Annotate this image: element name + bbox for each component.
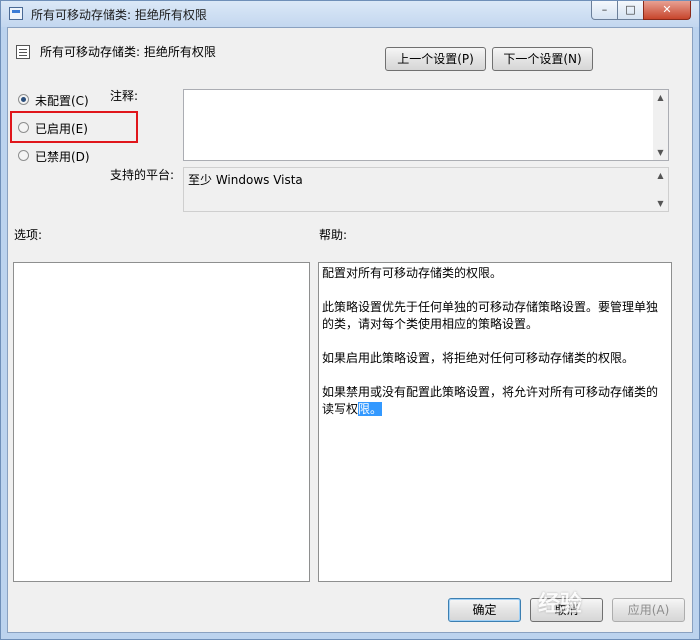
window-title: 所有可移动存储类: 拒绝所有权限	[31, 8, 207, 22]
scroll-up-icon[interactable]: ▲	[653, 90, 668, 105]
scroll-up-icon[interactable]: ▲	[653, 168, 668, 183]
comment-textarea[interactable]: ▲ ▼	[183, 89, 669, 161]
platform-value: 至少 Windows Vista	[188, 173, 303, 187]
help-paragraph: 如果启用此策略设置，将拒绝对任何可移动存储类的权限。	[322, 351, 635, 365]
radio-label: 未配置(C)	[35, 94, 89, 108]
next-setting-button[interactable]: 下一个设置(N)	[492, 47, 593, 71]
policy-icon	[16, 45, 30, 59]
group-policy-icon	[9, 7, 23, 20]
options-label: 选项:	[14, 228, 43, 242]
options-panel[interactable]	[13, 262, 310, 582]
dialog-client-area: 所有可移动存储类: 拒绝所有权限 上一个设置(P) 下一个设置(N) 未配置(C…	[7, 27, 693, 633]
platform-field: 至少 Windows Vista ▲ ▼	[183, 167, 669, 212]
maximize-button[interactable]: □	[617, 1, 644, 20]
minimize-button[interactable]: –	[591, 1, 618, 20]
comment-scrollbar[interactable]: ▲ ▼	[653, 90, 668, 160]
scroll-down-icon[interactable]: ▼	[653, 196, 668, 211]
help-label: 帮助:	[319, 228, 348, 242]
help-text: 配置对所有可移动存储类的权限。 此策略设置优先于任何单独的可移动存储策略设置。要…	[322, 265, 658, 435]
watermark-text: 经验	[538, 592, 583, 617]
help-paragraph: 配置对所有可移动存储类的权限。	[322, 266, 503, 280]
radio-icon[interactable]	[18, 150, 29, 161]
help-paragraph-last: 如果禁用或没有配置此策略设置，将允许对所有可移动存储类的读写权限。	[322, 384, 658, 418]
scroll-down-icon[interactable]: ▼	[653, 145, 668, 160]
help-text-selected: 限。	[358, 402, 383, 416]
platform-scrollbar[interactable]: ▲ ▼	[653, 168, 668, 211]
policy-name: 所有可移动存储类: 拒绝所有权限	[40, 45, 216, 59]
help-panel[interactable]: 配置对所有可移动存储类的权限。 此策略设置优先于任何单独的可移动存储策略设置。要…	[318, 262, 672, 582]
platform-label: 支持的平台:	[110, 168, 175, 182]
title-bar[interactable]: 所有可移动存储类: 拒绝所有权限 – □ ✕	[1, 1, 699, 27]
policy-dialog-window: 所有可移动存储类: 拒绝所有权限 – □ ✕ 所有可移动存储类: 拒绝所有权限 …	[0, 0, 700, 640]
ok-button[interactable]: 确定	[448, 598, 521, 622]
radio-label: 已禁用(D)	[35, 150, 90, 164]
annotation-highlight-box	[10, 111, 138, 143]
close-button[interactable]: ✕	[643, 1, 691, 20]
apply-button[interactable]: 应用(A)	[612, 598, 685, 622]
previous-setting-button[interactable]: 上一个设置(P)	[385, 47, 486, 71]
radio-icon[interactable]	[18, 94, 29, 105]
help-paragraph: 此策略设置优先于任何单独的可移动存储策略设置。要管理单独的类，请对每个类使用相应…	[322, 300, 659, 331]
comment-label: 注释:	[110, 89, 139, 103]
